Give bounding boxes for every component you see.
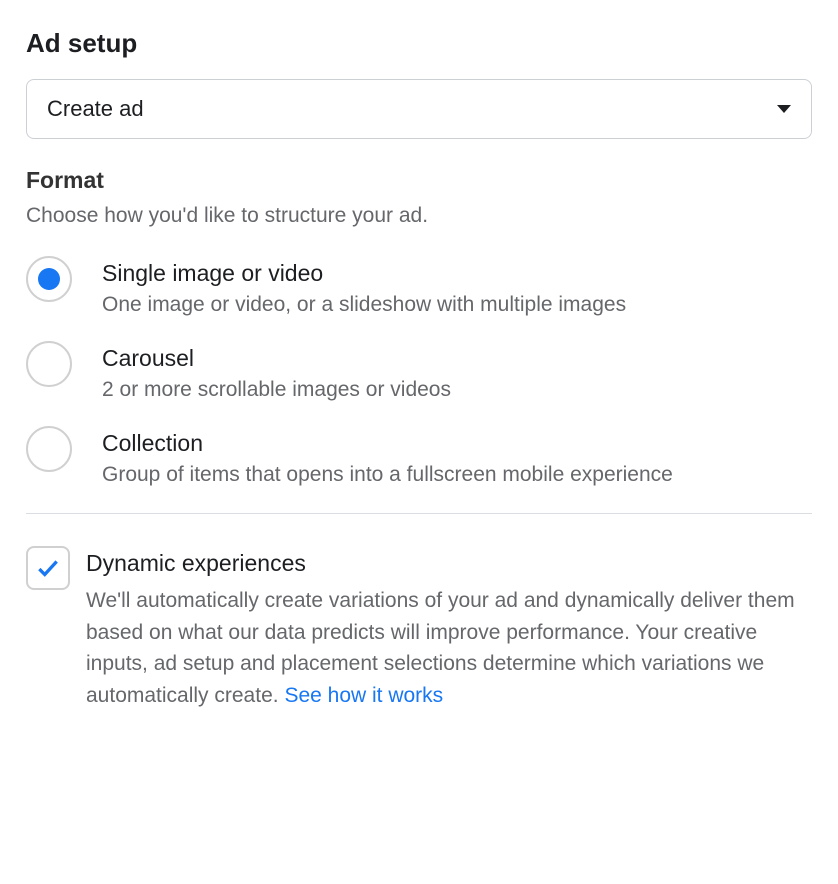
option-description: 2 or more scrollable images or videos <box>102 378 451 402</box>
dynamic-experiences-checkbox[interactable] <box>26 546 70 590</box>
option-title: Single image or video <box>102 260 626 287</box>
divider <box>26 513 812 514</box>
dropdown-selected-label: Create ad <box>47 96 144 122</box>
ad-setup-title: Ad setup <box>26 28 812 59</box>
format-option-single-image-video[interactable]: Single image or video One image or video… <box>26 256 812 317</box>
radio-icon <box>26 256 72 302</box>
ad-type-dropdown[interactable]: Create ad <box>26 79 812 139</box>
radio-icon <box>26 426 72 472</box>
format-title: Format <box>26 167 812 194</box>
format-description: Choose how you'd like to structure your … <box>26 204 812 228</box>
dynamic-experiences-title: Dynamic experiences <box>86 550 812 577</box>
format-option-carousel[interactable]: Carousel 2 or more scrollable images or … <box>26 341 812 402</box>
radio-icon <box>26 341 72 387</box>
format-radio-group: Single image or video One image or video… <box>26 256 812 487</box>
dynamic-experiences-description: We'll automatically create variations of… <box>86 585 812 711</box>
check-icon <box>35 555 61 581</box>
option-title: Collection <box>102 430 673 457</box>
dynamic-experiences-row: Dynamic experiences We'll automatically … <box>26 546 812 711</box>
option-title: Carousel <box>102 345 451 372</box>
option-description: Group of items that opens into a fullscr… <box>102 463 673 487</box>
format-option-collection[interactable]: Collection Group of items that opens int… <box>26 426 812 487</box>
see-how-it-works-link[interactable]: See how it works <box>284 684 443 707</box>
option-description: One image or video, or a slideshow with … <box>102 293 626 317</box>
caret-down-icon <box>777 105 791 113</box>
